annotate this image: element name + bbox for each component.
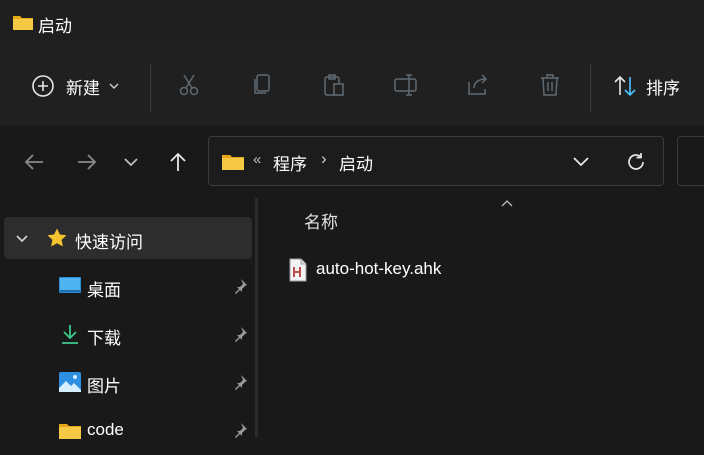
sidebar-item-code[interactable]: code (0, 407, 256, 455)
new-button-label: 新建 (66, 78, 100, 98)
up-button[interactable] (164, 148, 192, 176)
command-bar: 新建 排序 (0, 44, 704, 127)
share-button[interactable] (465, 72, 491, 98)
trash-icon (541, 74, 559, 96)
quick-access-item[interactable]: 快速访问 (4, 217, 252, 259)
file-list: 名称 auto-hot-key.ahk (258, 198, 704, 437)
navigation-bar: « 程序 › 启动 (0, 126, 704, 198)
column-header-name[interactable]: 名称 (304, 208, 338, 233)
chevron-down-icon[interactable] (14, 231, 30, 247)
share-icon (468, 74, 488, 95)
desktop-icon (59, 277, 81, 293)
sort-icon (614, 75, 636, 97)
rename-button[interactable] (393, 72, 419, 98)
window-title: 启动 (38, 17, 72, 36)
rename-icon (394, 74, 417, 96)
pin-icon (235, 327, 247, 342)
folder-icon (222, 155, 244, 170)
paste-icon (324, 74, 344, 96)
refresh-icon[interactable] (625, 151, 647, 173)
new-button[interactable]: 新建 (30, 70, 120, 102)
navigation-pane: 快速访问 桌面 下载 图片 code (0, 198, 258, 439)
plus-circle-icon (32, 75, 54, 97)
copy-icon (254, 74, 270, 94)
sidebar-item-downloads[interactable]: 下载 (0, 311, 256, 359)
delete-button[interactable] (537, 72, 563, 98)
address-bar[interactable]: « 程序 › 启动 (208, 136, 664, 186)
sidebar-item-label: 图片 (87, 377, 121, 396)
cut-button[interactable] (176, 72, 202, 98)
pin-icon (235, 423, 247, 438)
breadcrumb-item[interactable]: 程序 (273, 150, 307, 175)
recent-locations-button[interactable] (117, 148, 145, 176)
file-row[interactable]: auto-hot-key.ahk (286, 255, 686, 285)
file-name: auto-hot-key.ahk (316, 259, 442, 278)
search-box[interactable] (677, 136, 704, 186)
sidebar-item-pictures[interactable]: 图片 (0, 359, 256, 407)
toolbar-divider (590, 64, 591, 112)
back-button[interactable] (20, 148, 48, 176)
sidebar-item-label: 下载 (87, 329, 121, 348)
quick-access-label: 快速访问 (75, 233, 143, 252)
sidebar-item-label: code (87, 420, 124, 439)
download-icon (62, 325, 78, 344)
pin-icon (235, 375, 247, 390)
sort-ascending-icon (501, 200, 513, 207)
title-bar: 启动 (0, 0, 704, 44)
copy-button[interactable] (249, 72, 275, 98)
arrow-up-icon (170, 152, 186, 171)
folder-icon (13, 16, 33, 30)
sidebar-item-desktop[interactable]: 桌面 (0, 263, 256, 311)
chevron-down-icon[interactable] (571, 153, 591, 171)
paste-button[interactable] (321, 72, 347, 98)
star-icon (47, 228, 67, 247)
sort-button[interactable]: 排序 (612, 70, 680, 102)
sidebar-item-label: 桌面 (87, 281, 121, 300)
arrow-right-icon (78, 154, 97, 170)
chevron-down-icon (109, 83, 119, 89)
ahk-file-icon (289, 258, 307, 282)
pin-icon (235, 279, 247, 294)
chevron-down-icon (124, 158, 138, 167)
sort-button-label: 排序 (646, 78, 680, 98)
breadcrumb-separator[interactable]: › (321, 149, 327, 169)
pictures-icon (59, 372, 81, 392)
arrow-left-icon (24, 154, 43, 170)
forward-button[interactable] (73, 148, 101, 176)
folder-icon (59, 424, 81, 439)
hidden-path-chevron[interactable]: « (253, 151, 261, 168)
breadcrumb-item[interactable]: 启动 (339, 150, 373, 175)
scissors-icon (179, 74, 199, 96)
toolbar-divider (150, 64, 151, 112)
